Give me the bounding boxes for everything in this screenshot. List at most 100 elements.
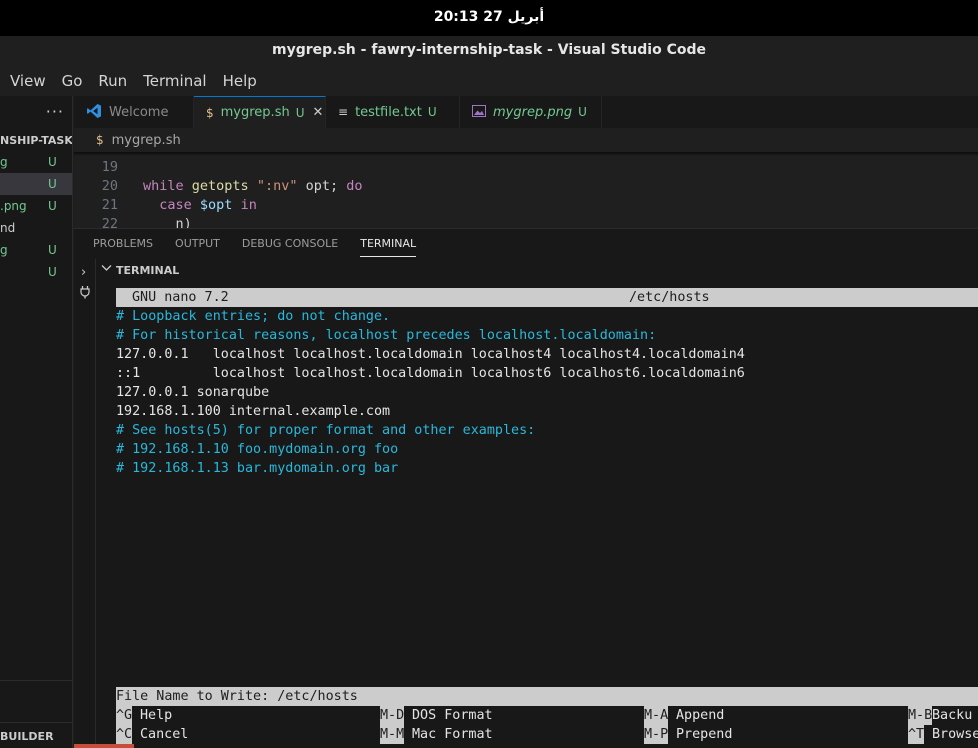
git-status-badge: U xyxy=(48,155,57,169)
tab-testfile-txt[interactable]: ≡ testfile.txt U xyxy=(326,96,460,128)
shortcut-label[interactable]: Backu xyxy=(932,706,972,725)
menu-bar: View Go Run Terminal Help xyxy=(0,66,978,96)
tab-problems[interactable]: PROBLEMS xyxy=(93,229,153,259)
explorer-item[interactable]: U xyxy=(0,261,72,283)
git-status-badge: U xyxy=(578,105,587,119)
chevron-down-icon xyxy=(101,262,112,275)
breadcrumb: $ mygrep.sh xyxy=(74,128,978,152)
menu-help[interactable]: Help xyxy=(215,66,265,96)
shortcut-key: M-D xyxy=(380,706,405,725)
sidebar-divider xyxy=(0,722,72,723)
file-line: 192.168.1.100 internal.example.com xyxy=(116,404,391,419)
status-accent xyxy=(74,744,134,748)
file-line: 127.0.0.1 localhost localhost.localdomai… xyxy=(116,347,745,362)
shortcut-key: M-A xyxy=(644,706,669,725)
git-status-badge: U xyxy=(295,105,305,120)
git-status-badge: U xyxy=(48,243,57,257)
tab-debug-console[interactable]: DEBUG CONSOLE xyxy=(242,229,338,259)
chevron-right-icon[interactable]: › xyxy=(81,265,86,280)
file-line: 127.0.0.1 sonarqube xyxy=(116,385,270,400)
vscode-logo-icon xyxy=(86,103,102,122)
git-status-badge: U xyxy=(48,265,57,279)
menu-view[interactable]: View xyxy=(2,66,54,96)
nano-version: GNU nano 7.2 xyxy=(132,290,229,305)
nano-terminal[interactable]: GNU nano 7.2 /etc/hosts # Loopback entri… xyxy=(116,288,978,748)
shortcut-key: M-P xyxy=(644,725,669,744)
file-line: # 192.168.1.10 foo.mydomain.org foo xyxy=(116,442,399,457)
explorer-item-name: g xyxy=(0,243,8,257)
shortcut-key: M-M xyxy=(380,725,405,744)
explorer-item-name: .png xyxy=(0,199,27,213)
tab-output[interactable]: OUTPUT xyxy=(175,229,220,259)
git-status-badge: U xyxy=(48,177,57,191)
explorer-item[interactable]: nd xyxy=(0,217,72,239)
line-number: 20 xyxy=(101,178,118,194)
nano-filename: /etc/hosts xyxy=(629,290,710,305)
file-line: # See hosts(5) for proper format and oth… xyxy=(116,423,536,438)
shortcut-label[interactable]: Browse xyxy=(932,725,978,744)
explorer-sidebar: ··· NSHIP-TASK g U U .png U nd g U U BUI… xyxy=(0,96,73,748)
line-number: 19 xyxy=(101,159,118,175)
more-actions-icon[interactable]: ··· xyxy=(46,102,64,121)
write-filename-prompt[interactable]: File Name to Write: /etc/hosts xyxy=(116,687,978,706)
shell-file-icon: $ xyxy=(96,133,104,147)
text-file-icon: ≡ xyxy=(338,105,349,119)
menu-go[interactable]: Go xyxy=(54,66,91,96)
breadcrumb-file[interactable]: mygrep.sh xyxy=(112,133,181,148)
tab-label: testfile.txt xyxy=(355,104,422,120)
tab-terminal[interactable]: TERMINAL xyxy=(360,229,416,259)
builder-section-title[interactable]: BUILDER xyxy=(0,730,54,743)
shortcut-label[interactable]: Cancel xyxy=(140,725,188,744)
file-line: # For historical reasons, localhost prec… xyxy=(116,328,657,343)
tab-mygrep-sh[interactable]: $ mygrep.sh U ✕ xyxy=(194,96,326,128)
shortcut-label[interactable]: Help xyxy=(140,706,172,725)
scroll-shadow xyxy=(74,152,978,156)
shortcut-key: ^T xyxy=(908,725,925,744)
tab-welcome[interactable]: Welcome xyxy=(74,96,194,128)
system-top-bar: 20:13 27 أبريل xyxy=(0,0,978,36)
explorer-item-name: g xyxy=(0,155,8,169)
editor-tabs: Welcome $ mygrep.sh U ✕ ≡ testfile.txt U… xyxy=(74,96,978,128)
shortcut-label[interactable]: Prepend xyxy=(676,725,732,744)
terminal-section-title: TERMINAL xyxy=(116,264,180,277)
line-number: 22 xyxy=(101,216,118,228)
window-title: mygrep.sh - fawry-internship-task - Visu… xyxy=(271,42,706,58)
panel-tabs: PROBLEMS OUTPUT DEBUG CONSOLE TERMINAL xyxy=(74,229,978,259)
tab-label: mygrep.sh xyxy=(220,105,290,120)
menu-terminal[interactable]: Terminal xyxy=(135,66,214,96)
code-line: while getopts ":nv" opt; do xyxy=(143,178,363,194)
explorer-item[interactable]: .png U xyxy=(0,195,72,217)
shortcut-label[interactable]: Mac Format xyxy=(412,725,493,744)
line-number: 21 xyxy=(101,197,118,213)
shortcut-label[interactable]: Append xyxy=(676,706,724,725)
terminal-section-header[interactable]: TERMINAL xyxy=(96,259,978,281)
code-editor[interactable]: 19 20 21 22 while getopts ":nv" opt; do … xyxy=(74,152,978,228)
shortcut-key: ^G xyxy=(116,706,133,725)
tab-label: Welcome xyxy=(109,104,169,120)
explorer-item-selected[interactable]: U xyxy=(0,173,72,195)
code-line: n) xyxy=(175,216,192,228)
explorer-item[interactable]: g U xyxy=(0,239,72,261)
clock[interactable]: 20:13 27 أبريل xyxy=(0,9,978,25)
menu-run[interactable]: Run xyxy=(90,66,135,96)
git-status-badge: U xyxy=(427,105,437,119)
explorer-folder-title[interactable]: NSHIP-TASK xyxy=(0,134,72,147)
terminal-gutter: › xyxy=(74,259,96,748)
sidebar-divider xyxy=(0,680,72,681)
shell-file-icon: $ xyxy=(206,105,214,120)
file-line: # Loopback entries; do not change. xyxy=(116,309,391,324)
explorer-item[interactable]: g U xyxy=(0,151,72,173)
git-status-badge: U xyxy=(48,199,57,213)
shortcut-key: M-B xyxy=(908,706,933,725)
explorer-item-name: nd xyxy=(0,221,16,235)
nano-header-bar: GNU nano 7.2 /etc/hosts xyxy=(116,288,978,307)
image-file-icon xyxy=(472,104,486,120)
shortcut-label[interactable]: DOS Format xyxy=(412,706,493,725)
plug-icon[interactable] xyxy=(79,285,91,303)
shortcut-key: ^C xyxy=(116,725,133,744)
file-line: ::1 localhost localhost.localdomain loca… xyxy=(116,366,745,381)
tab-label: mygrep.png xyxy=(493,104,573,120)
tab-mygrep-png[interactable]: mygrep.png U xyxy=(460,96,602,128)
code-line: case $opt in xyxy=(159,197,257,213)
close-icon[interactable]: ✕ xyxy=(313,105,324,120)
